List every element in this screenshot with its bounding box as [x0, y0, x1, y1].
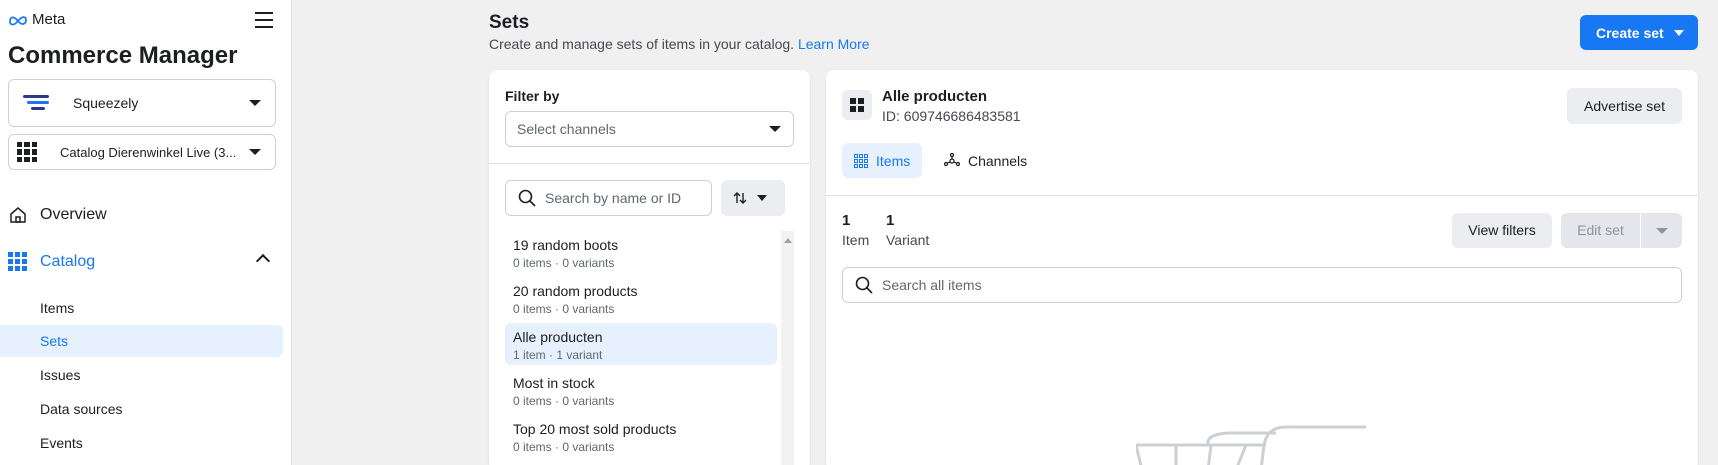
sort-button[interactable]: [721, 180, 785, 216]
chevron-down-icon: [1656, 228, 1668, 234]
page-description-text: Create and manage sets of items in your …: [489, 36, 795, 52]
empty-cart-illustration-icon: [1136, 425, 1366, 465]
home-icon: [10, 207, 26, 223]
business-selector[interactable]: Squeezely: [8, 79, 276, 127]
item-count-label: Item: [842, 232, 870, 248]
item-count: 1: [842, 212, 851, 229]
sidebar-item-items[interactable]: Items: [0, 292, 283, 324]
set-list: 19 random boots 0 items · 0 variants 20 …: [505, 231, 777, 461]
catalog-selector[interactable]: Catalog Dierenwinkel Live (3...: [8, 134, 276, 170]
nav-catalog-label: Catalog: [40, 253, 96, 270]
search-icon: [855, 276, 873, 294]
edit-set-menu-button[interactable]: [1641, 213, 1682, 248]
search-icon: [518, 189, 536, 207]
channel-select-placeholder: Select channels: [517, 121, 616, 137]
set-meta: 0 items · 0 variants: [513, 302, 615, 316]
chevron-down-icon: [249, 149, 261, 155]
filter-label: Filter by: [505, 88, 560, 104]
set-list-item[interactable]: Most in stock 0 items · 0 variants: [505, 369, 777, 411]
advertise-set-button[interactable]: Advertise set: [1567, 88, 1682, 124]
sidebar-item-data-sources[interactable]: Data sources: [0, 393, 283, 425]
items-search-input[interactable]: [882, 277, 1662, 293]
set-name: Top 20 most sold products: [513, 421, 677, 437]
divider: [826, 195, 1698, 196]
learn-more-link[interactable]: Learn More: [798, 36, 870, 52]
chevron-down-icon: [757, 195, 767, 201]
set-list-item[interactable]: 20 random products 0 items · 0 variants: [505, 277, 777, 319]
sets-list-panel: Filter by Select channels 19 random boot…: [489, 70, 810, 465]
menu-icon[interactable]: [255, 12, 273, 28]
page-title: Sets: [489, 12, 530, 33]
chevron-down-icon: [249, 100, 261, 106]
nav-catalog[interactable]: Catalog: [8, 252, 271, 272]
sidebar-item-events[interactable]: Events: [0, 427, 283, 459]
chevron-up-icon[interactable]: [255, 253, 271, 269]
divider: [489, 163, 810, 164]
set-list-item-selected[interactable]: Alle producten 1 item · 1 variant: [505, 323, 777, 365]
catalog-name: Catalog Dierenwinkel Live (3...: [60, 144, 235, 160]
scroll-up-arrow-icon[interactable]: [784, 238, 792, 243]
edit-set-button[interactable]: Edit set: [1561, 213, 1640, 248]
set-meta: 0 items · 0 variants: [513, 440, 615, 454]
tab-channels[interactable]: Channels: [932, 143, 1039, 178]
set-name: Alle producten: [513, 329, 603, 345]
meta-logo[interactable]: Meta: [8, 11, 65, 28]
channel-select[interactable]: Select channels: [505, 111, 794, 147]
nav-overview[interactable]: Overview: [8, 205, 107, 225]
items-search-field[interactable]: [842, 267, 1682, 303]
set-list-item[interactable]: Top 20 most sold products 0 items · 0 va…: [505, 415, 777, 457]
set-name: Most in stock: [513, 375, 595, 391]
set-list-item[interactable]: 19 random boots 0 items · 0 variants: [505, 231, 777, 273]
set-search-field[interactable]: [505, 180, 712, 216]
app-title: Commerce Manager: [8, 42, 238, 69]
set-name: 19 random boots: [513, 237, 619, 253]
nav-overview-label: Overview: [40, 206, 107, 223]
set-search-input[interactable]: [545, 190, 705, 206]
chevron-down-icon: [769, 126, 781, 132]
set-name: 20 random products: [513, 283, 638, 299]
catalog-grid-icon: [8, 252, 27, 271]
tab-channels-label: Channels: [968, 152, 1028, 169]
view-filters-button[interactable]: View filters: [1452, 213, 1552, 248]
set-grid-icon: [842, 90, 872, 120]
set-meta: 0 items · 0 variants: [513, 256, 615, 270]
create-set-label: Create set: [1596, 24, 1664, 41]
chevron-down-icon: [1674, 30, 1684, 36]
set-meta: 1 item · 1 variant: [513, 348, 603, 362]
meta-logo-text: Meta: [32, 11, 66, 28]
catalog-grid-icon: [17, 142, 37, 162]
items-grid-icon: [854, 153, 868, 168]
sidebar-item-sets[interactable]: Sets: [0, 325, 283, 357]
channels-network-icon: [944, 152, 960, 166]
set-detail-panel: Alle producten ID: 609746686483581 Adver…: [826, 70, 1698, 465]
sidebar-item-issues[interactable]: Issues: [0, 359, 283, 391]
squeezely-logo-icon: [23, 95, 49, 110]
meta-infinity-icon: [9, 15, 27, 25]
tab-items[interactable]: Items: [842, 143, 923, 178]
set-list-scrollbar[interactable]: [781, 231, 794, 465]
set-detail-name: Alle producten: [882, 88, 988, 105]
business-name: Squeezely: [73, 95, 139, 111]
sort-arrows-icon: [733, 192, 747, 204]
create-set-button[interactable]: Create set: [1580, 15, 1698, 50]
tab-items-label: Items: [876, 152, 911, 169]
set-detail-id: ID: 609746686483581: [882, 108, 1021, 124]
set-meta: 0 items · 0 variants: [513, 394, 615, 408]
variant-count-label: Variant: [886, 232, 930, 248]
variant-count: 1: [886, 212, 895, 229]
page-description: Create and manage sets of items in your …: [489, 36, 870, 52]
sidebar: Meta Commerce Manager Squeezely Catalog …: [0, 0, 292, 465]
